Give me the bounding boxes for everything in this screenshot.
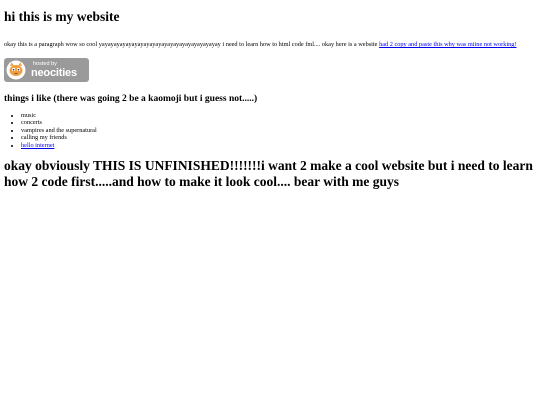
intro-text: okay this is a paragraph wow so cool yay… bbox=[4, 41, 380, 48]
badge-brand-label: neocities bbox=[31, 66, 77, 79]
hello-internet-link[interactable]: hello internet bbox=[21, 142, 54, 149]
likes-heading: things i like (there was going 2 be a ka… bbox=[4, 93, 258, 104]
list-item: concerts bbox=[21, 119, 530, 127]
likes-list: music concerts vampires and the supernat… bbox=[4, 112, 530, 150]
list-item: music bbox=[21, 112, 530, 120]
page-title: hi this is my website bbox=[4, 9, 120, 24]
list-item-link: hello internet bbox=[21, 142, 530, 150]
list-item: vampires and the supernatural bbox=[21, 127, 530, 135]
neocities-cat-icon bbox=[6, 60, 26, 79]
unfinished-heading: okay obviously THIS IS UNFINISHED!!!!!!!… bbox=[4, 158, 533, 190]
neocities-badge[interactable]: hosted by neocities bbox=[4, 57, 89, 82]
intro-link[interactable]: had 2 copy and paste this why was miine … bbox=[379, 41, 516, 48]
intro-paragraph: okay this is a paragraph wow so cool yay… bbox=[4, 41, 528, 49]
page: hi this is my website okay this is a par… bbox=[0, 0, 533, 405]
list-item: calling my friends bbox=[21, 134, 530, 142]
